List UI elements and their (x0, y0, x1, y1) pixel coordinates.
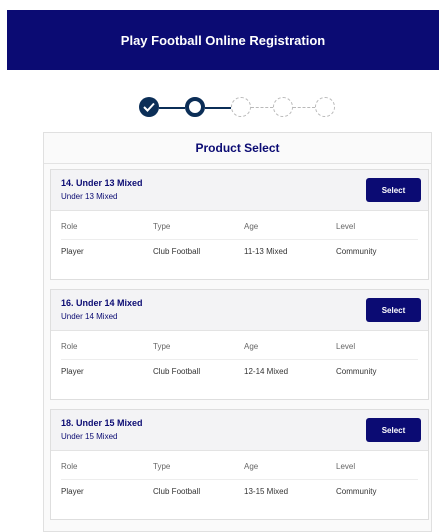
product-select-panel: Product Select 14. Under 13 Mixed Under … (43, 132, 432, 532)
product-name: 16. Under 14 Mixed (61, 298, 143, 308)
level-value: Community (336, 487, 377, 496)
column-header-role: Role (61, 462, 78, 471)
panel-title: Product Select (44, 133, 431, 164)
column-header-level: Level (336, 462, 356, 471)
age-value: 11-13 Mixed (244, 247, 288, 256)
step-connector (293, 107, 315, 108)
product-card: 14. Under 13 Mixed Under 13 Mixed Select… (50, 169, 429, 280)
product-card-header: 18. Under 15 Mixed Under 15 Mixed Select (51, 410, 428, 451)
type-value: Club Football (153, 367, 201, 376)
column-header-role: Role (61, 342, 78, 351)
product-subtitle: Under 15 Mixed (61, 432, 118, 441)
divider (61, 479, 418, 480)
progress-stepper (139, 97, 339, 121)
level-value: Community (336, 367, 377, 376)
product-subtitle: Under 14 Mixed (61, 312, 118, 321)
product-card: 16. Under 14 Mixed Under 14 Mixed Select… (50, 289, 429, 400)
step-1-complete (139, 97, 159, 117)
role-value: Player (61, 487, 84, 496)
check-icon (143, 102, 155, 112)
step-connector (159, 107, 185, 109)
column-header-level: Level (336, 222, 356, 231)
column-header-type: Type (153, 342, 171, 351)
divider (61, 359, 418, 360)
column-header-age: Age (244, 222, 259, 231)
product-card: 18. Under 15 Mixed Under 15 Mixed Select… (50, 409, 429, 520)
product-name: 14. Under 13 Mixed (61, 178, 143, 188)
role-value: Player (61, 367, 84, 376)
age-value: 12-14 Mixed (244, 367, 289, 376)
step-3 (231, 97, 251, 117)
column-header-age: Age (244, 462, 259, 471)
step-4 (273, 97, 293, 117)
product-card-header: 16. Under 14 Mixed Under 14 Mixed Select (51, 290, 428, 331)
divider (61, 239, 418, 240)
step-connector (251, 107, 273, 108)
select-button[interactable]: Select (366, 178, 421, 202)
role-value: Player (61, 247, 84, 256)
column-header-type: Type (153, 222, 171, 231)
page-header: Play Football Online Registration (7, 10, 439, 70)
product-name: 18. Under 15 Mixed (61, 418, 143, 428)
step-2-current (185, 97, 205, 117)
type-value: Club Football (153, 487, 201, 496)
step-5 (315, 97, 335, 117)
select-button[interactable]: Select (366, 298, 421, 322)
type-value: Club Football (153, 247, 201, 256)
column-header-age: Age (244, 342, 259, 351)
level-value: Community (336, 247, 377, 256)
product-card-header: 14. Under 13 Mixed Under 13 Mixed Select (51, 170, 428, 211)
page-title: Play Football Online Registration (120, 32, 326, 48)
column-header-type: Type (153, 462, 171, 471)
product-subtitle: Under 13 Mixed (61, 192, 118, 201)
step-connector (205, 107, 231, 109)
age-value: 13-15 Mixed (244, 487, 289, 496)
column-header-level: Level (336, 342, 356, 351)
select-button[interactable]: Select (366, 418, 421, 442)
column-header-role: Role (61, 222, 78, 231)
